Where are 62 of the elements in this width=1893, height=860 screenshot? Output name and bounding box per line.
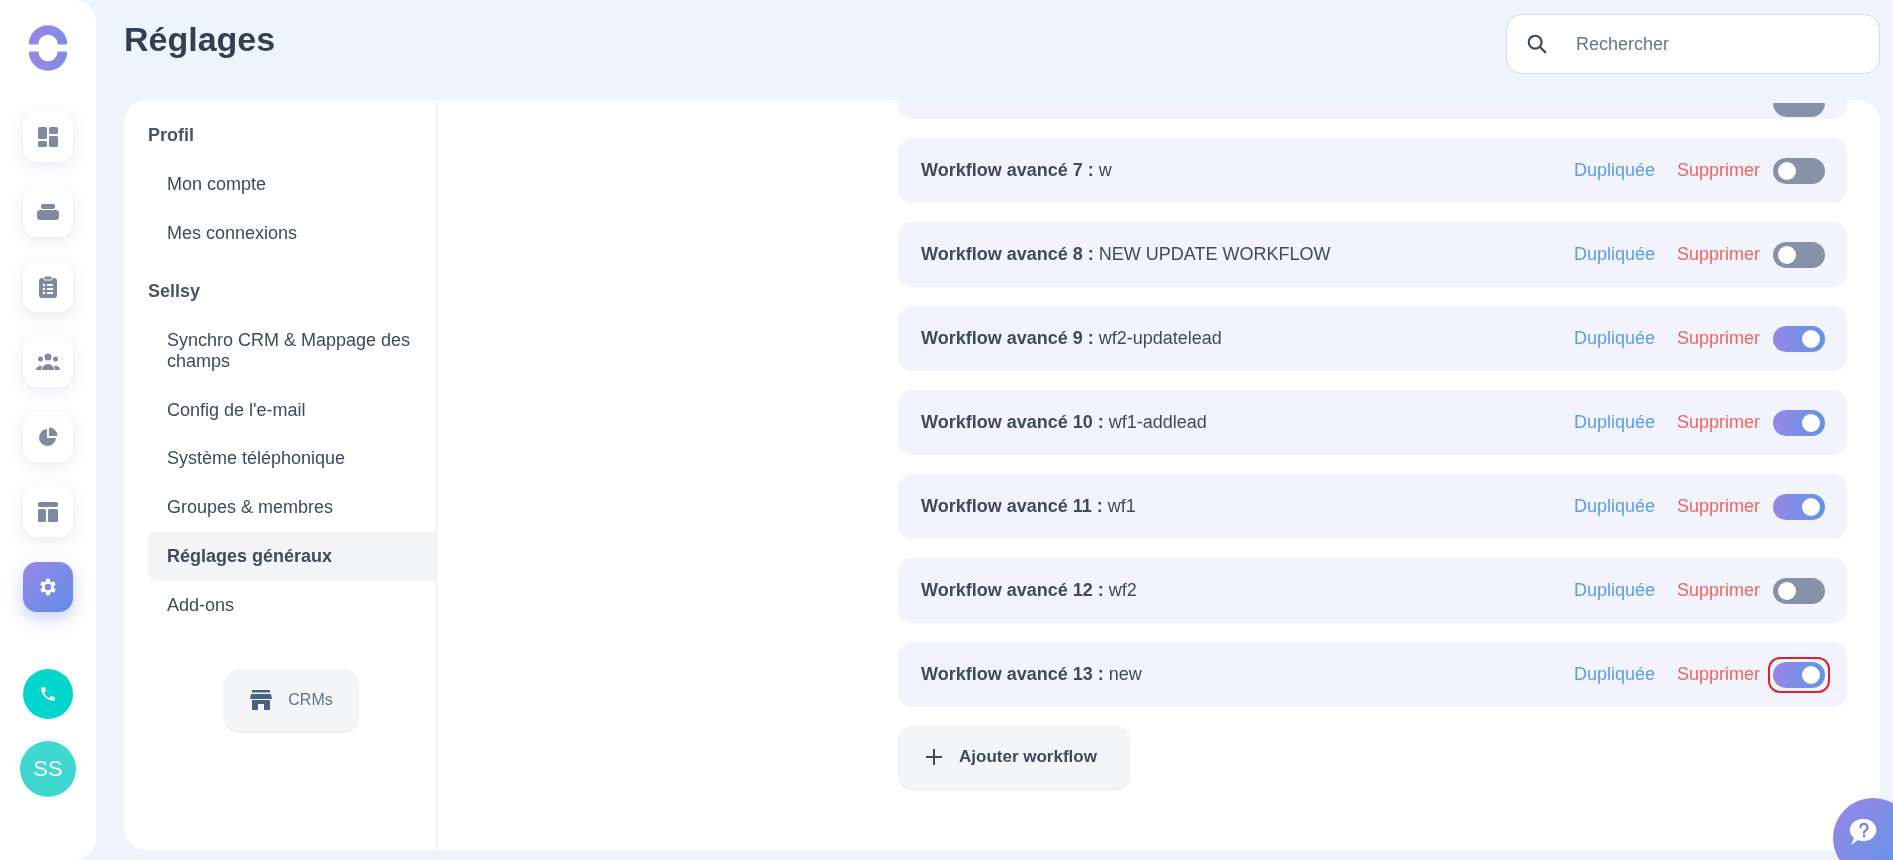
section-title: Profil: [148, 125, 195, 146]
toggle-switch[interactable]: [1773, 325, 1825, 352]
crms-button[interactable]: CRMs: [224, 669, 359, 732]
delete-link[interactable]: Supprimer: [1676, 412, 1760, 433]
layout-button[interactable]: [23, 487, 73, 537]
duplicate-link[interactable]: Dupliquée: [1573, 580, 1655, 601]
toggle-switch[interactable]: [1773, 577, 1825, 604]
section-title: Sellsy: [148, 281, 202, 303]
nav-item[interactable]: Synchro CRM & Mappage des champs: [148, 316, 436, 386]
stack-icon: [36, 202, 60, 222]
search-field[interactable]: Rechercher: [1506, 14, 1880, 74]
nav-item[interactable]: Mes connexions: [148, 208, 436, 258]
workflow-name: Workflow avancé 13 : new: [921, 664, 1143, 685]
toggle-switch[interactable]: [1773, 493, 1825, 520]
delete-link[interactable]: Supprimer: [1676, 244, 1760, 265]
plus-icon: [925, 748, 943, 766]
delete-link[interactable]: Supprimer: [1676, 160, 1760, 181]
duplicate-link[interactable]: Dupliquée: [1573, 412, 1655, 433]
workflow-name: Workflow avancé 7 : w: [921, 160, 1113, 181]
nav-item[interactable]: Mon compte: [148, 160, 436, 209]
nav-item[interactable]: Groupes & membres: [148, 483, 436, 532]
delete-link[interactable]: Supprimer: [1676, 580, 1760, 601]
duplicate-link[interactable]: Dupliquée: [1573, 496, 1655, 517]
question-bubble-icon: [1849, 817, 1879, 846]
dashboard-button[interactable]: [23, 112, 73, 162]
phone-button[interactable]: [23, 669, 73, 719]
delete-link[interactable]: Supprimer: [1676, 328, 1760, 349]
toggle-switch[interactable]: [1773, 241, 1825, 268]
toggle-switch[interactable]: [1773, 409, 1825, 436]
settings-button[interactable]: [23, 562, 73, 612]
add-workflow-button[interactable]: Ajouter workflow: [898, 726, 1130, 788]
people-group-icon: [36, 353, 60, 371]
workflow-name: Workflow avancé 8 : NEW UPDATE WORKFLOW: [921, 244, 1332, 265]
dashboard-icon: [37, 126, 59, 148]
duplicate-link[interactable]: Dupliquée: [1573, 244, 1655, 265]
pie-button[interactable]: [23, 412, 73, 462]
page-title: Réglages: [124, 20, 276, 59]
workflow-name: Workflow avancé 9 : wf2-updatelead: [921, 328, 1223, 349]
avatar[interactable]: SS: [20, 741, 76, 797]
duplicate-link[interactable]: Dupliquée: [1573, 328, 1655, 349]
pie-chart-icon: [38, 427, 58, 447]
nav-item[interactable]: Config de l'e-mail: [148, 385, 436, 435]
clipboard-icon: [38, 275, 58, 299]
nav-item[interactable]: Add-ons: [148, 580, 436, 630]
team-button[interactable]: [23, 337, 73, 387]
nav-item[interactable]: Réglages généraux: [148, 531, 436, 581]
clipboard-button[interactable]: [23, 262, 73, 312]
workflow-name: Workflow avancé 10 : wf1-addlead: [921, 412, 1208, 433]
nav-item[interactable]: Système téléphonique: [148, 434, 436, 484]
delete-link[interactable]: Supprimer: [1676, 496, 1760, 517]
delete-link[interactable]: Supprimer: [1676, 664, 1760, 685]
settings-icon: [37, 576, 59, 598]
store-icon: [250, 690, 273, 711]
layout-icon: [37, 501, 59, 523]
stack-button[interactable]: [23, 187, 73, 237]
toggle-switch[interactable]: [1773, 103, 1825, 117]
duplicate-link[interactable]: Dupliquée: [1573, 664, 1655, 685]
toggle-switch[interactable]: [1773, 157, 1825, 184]
duplicate-link[interactable]: Dupliquée: [1573, 160, 1655, 181]
workflow-name: Workflow avancé 12 : wf2: [921, 580, 1138, 601]
phone-icon: [39, 685, 57, 703]
workflow-name: Workflow avancé 11 : wf1: [921, 496, 1137, 517]
